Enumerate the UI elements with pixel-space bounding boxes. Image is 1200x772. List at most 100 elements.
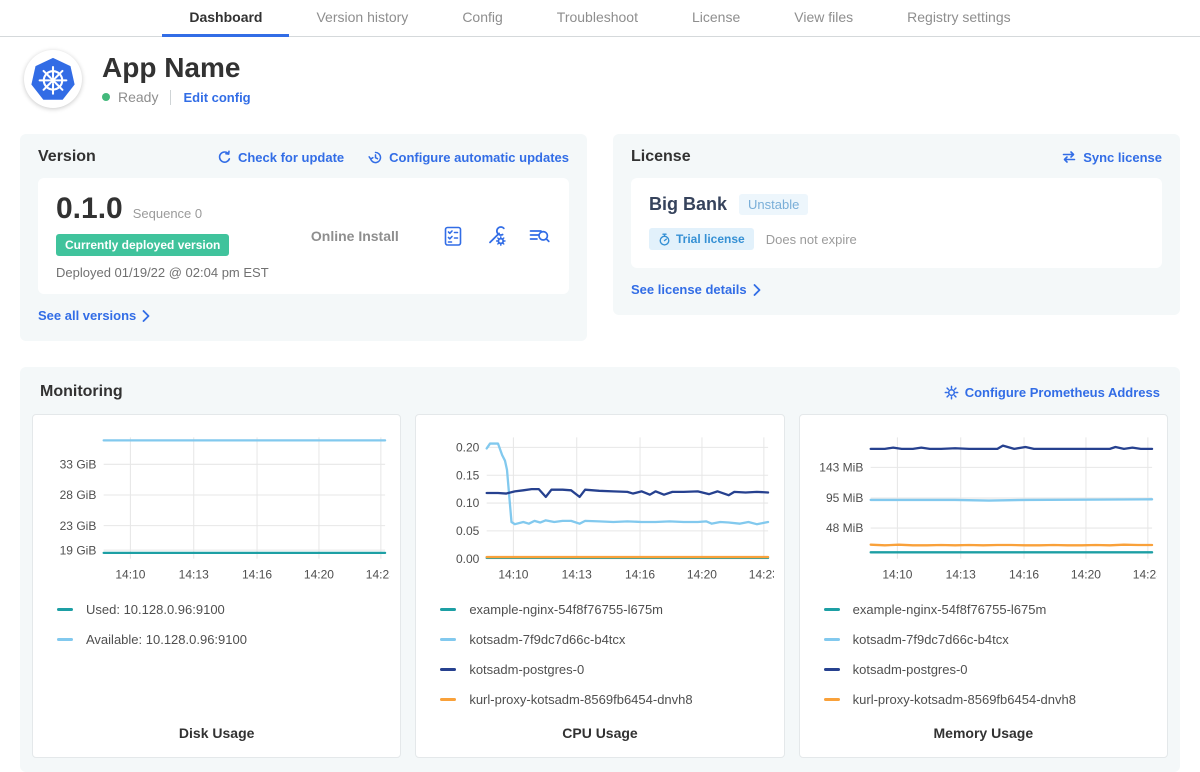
- svg-text:14:10: 14:10: [115, 568, 145, 582]
- see-all-versions-link[interactable]: See all versions: [38, 308, 150, 323]
- stopwatch-icon: [658, 233, 671, 246]
- svg-text:19 GiB: 19 GiB: [60, 543, 97, 557]
- svg-text:14:10: 14:10: [499, 568, 529, 582]
- deployed-timestamp: Deployed 01/19/22 @ 02:04 pm EST: [56, 265, 269, 280]
- svg-text:95 MiB: 95 MiB: [826, 491, 863, 505]
- tab-version-history[interactable]: Version history: [289, 0, 435, 37]
- chevron-right-icon: [753, 284, 761, 296]
- memory-usage-legend: example-nginx-54f8f76755-l675m kotsadm-7f…: [824, 602, 1157, 707]
- legend-item: example-nginx-54f8f76755-l675m: [440, 602, 773, 617]
- configure-prometheus-link[interactable]: Configure Prometheus Address: [944, 385, 1160, 400]
- gear-icon: [944, 385, 959, 400]
- tab-dashboard[interactable]: Dashboard: [162, 0, 289, 37]
- legend-color-dash: [824, 638, 840, 641]
- legend-label: Used: 10.128.0.96:9100: [86, 602, 225, 617]
- legend-color-dash: [824, 608, 840, 611]
- legend-item: kotsadm-postgres-0: [440, 662, 773, 677]
- svg-text:23 GiB: 23 GiB: [60, 519, 97, 533]
- svg-text:33 GiB: 33 GiB: [60, 458, 97, 472]
- svg-text:14:23: 14:23: [366, 568, 391, 582]
- tab-troubleshoot[interactable]: Troubleshoot: [530, 0, 665, 37]
- svg-text:14:13: 14:13: [562, 568, 592, 582]
- schedule-update-icon: [368, 150, 383, 165]
- legend-label: kurl-proxy-kotsadm-8569fb6454-dnvh8: [853, 692, 1076, 707]
- status-text: Ready: [118, 89, 158, 105]
- install-type-label: Online Install: [311, 228, 399, 244]
- cards-row: Version Check for update Configure au: [20, 134, 1180, 341]
- current-version-panel: 0.1.0 Sequence 0 Currently deployed vers…: [38, 178, 569, 294]
- license-card-title: License: [631, 148, 691, 166]
- legend-item: Used: 10.128.0.96:9100: [57, 602, 390, 617]
- svg-text:143 MiB: 143 MiB: [819, 461, 863, 475]
- legend-item: kotsadm-postgres-0: [824, 662, 1157, 677]
- tab-view-files[interactable]: View files: [767, 0, 880, 37]
- svg-text:14:20: 14:20: [1071, 568, 1101, 582]
- legend-item: Available: 10.128.0.96:9100: [57, 632, 390, 647]
- svg-text:0.15: 0.15: [456, 468, 480, 482]
- svg-text:14:13: 14:13: [179, 568, 209, 582]
- legend-item: kurl-proxy-kotsadm-8569fb6454-dnvh8: [440, 692, 773, 707]
- preflight-checks-icon[interactable]: [441, 224, 465, 248]
- status-ready-dot: [102, 93, 110, 101]
- tab-registry-settings[interactable]: Registry settings: [880, 0, 1037, 37]
- svg-text:14:16: 14:16: [1009, 568, 1039, 582]
- sync-license-link[interactable]: Sync license: [1061, 150, 1162, 165]
- divider: [170, 90, 171, 105]
- check-for-update-link[interactable]: Check for update: [217, 150, 344, 165]
- version-number: 0.1.0: [56, 192, 123, 226]
- legend-color-dash: [824, 698, 840, 701]
- trial-license-badge: Trial license: [649, 228, 754, 250]
- chevron-right-icon: [142, 310, 150, 322]
- cpu-usage-chart-card: 14:1014:1314:1614:2014:230.000.050.100.1…: [415, 414, 784, 758]
- legend-label: kotsadm-postgres-0: [853, 662, 968, 677]
- channel-badge: Unstable: [739, 194, 808, 215]
- deployed-badge: Currently deployed version: [56, 234, 229, 256]
- disk-usage-chart: 14:1014:1314:1614:2014:2319 GiB23 GiB28 …: [43, 429, 390, 594]
- configure-automatic-updates-link[interactable]: Configure automatic updates: [368, 150, 569, 165]
- chart-title: Memory Usage: [810, 707, 1157, 741]
- view-logs-icon[interactable]: [527, 224, 551, 248]
- legend-label: kotsadm-7f9dc7d66c-b4tcx: [853, 632, 1009, 647]
- svg-text:0.05: 0.05: [456, 524, 480, 538]
- svg-text:14:16: 14:16: [242, 568, 272, 582]
- svg-text:48 MiB: 48 MiB: [826, 521, 863, 535]
- legend-label: kotsadm-postgres-0: [469, 662, 584, 677]
- top-nav: Dashboard Version history Config Trouble…: [0, 0, 1200, 37]
- chart-title: Disk Usage: [43, 707, 390, 741]
- see-license-details-link[interactable]: See license details: [631, 282, 761, 297]
- svg-text:0.00: 0.00: [456, 552, 480, 566]
- svg-text:14:20: 14:20: [304, 568, 334, 582]
- edit-config-link[interactable]: Edit config: [183, 90, 250, 105]
- legend-item: example-nginx-54f8f76755-l675m: [824, 602, 1157, 617]
- customer-name: Big Bank: [649, 194, 727, 215]
- legend-label: kotsadm-7f9dc7d66c-b4tcx: [469, 632, 625, 647]
- svg-text:14:23: 14:23: [1132, 568, 1157, 582]
- config-wrench-icon[interactable]: [484, 224, 508, 248]
- page-title: App Name: [102, 53, 251, 82]
- memory-usage-chart: 14:10 14:13 14:16 14:20 14:23 48 MiB 95 MiB 143…: [810, 429, 1157, 594]
- version-card-title: Version: [38, 148, 96, 166]
- legend-label: example-nginx-54f8f76755-l675m: [469, 602, 663, 617]
- svg-text:14:13: 14:13: [945, 568, 975, 582]
- app-logo: [24, 50, 82, 108]
- monitoring-title: Monitoring: [40, 383, 123, 401]
- cpu-usage-chart: 14:1014:1314:1614:2014:230.000.050.100.1…: [426, 429, 773, 594]
- sequence-label: Sequence 0: [133, 206, 202, 221]
- svg-text:0.20: 0.20: [456, 441, 480, 455]
- tab-license[interactable]: License: [665, 0, 767, 37]
- legend-color-dash: [440, 668, 456, 671]
- svg-text:0.10: 0.10: [456, 496, 480, 510]
- tab-config[interactable]: Config: [435, 0, 529, 37]
- memory-usage-chart-card: 14:10 14:13 14:16 14:20 14:23 48 MiB 95 MiB 143…: [799, 414, 1168, 758]
- license-panel: Big Bank Unstable Trial license Does not…: [631, 178, 1162, 268]
- legend-label: kurl-proxy-kotsadm-8569fb6454-dnvh8: [469, 692, 692, 707]
- sync-icon: [1061, 150, 1077, 164]
- refresh-icon: [217, 150, 232, 165]
- legend-color-dash: [440, 638, 456, 641]
- svg-text:14:10: 14:10: [882, 568, 912, 582]
- expiry-text: Does not expire: [766, 232, 857, 247]
- legend-color-dash: [57, 638, 73, 641]
- legend-color-dash: [440, 608, 456, 611]
- legend-label: example-nginx-54f8f76755-l675m: [853, 602, 1047, 617]
- disk-usage-legend: Used: 10.128.0.96:9100 Available: 10.128.…: [57, 602, 390, 647]
